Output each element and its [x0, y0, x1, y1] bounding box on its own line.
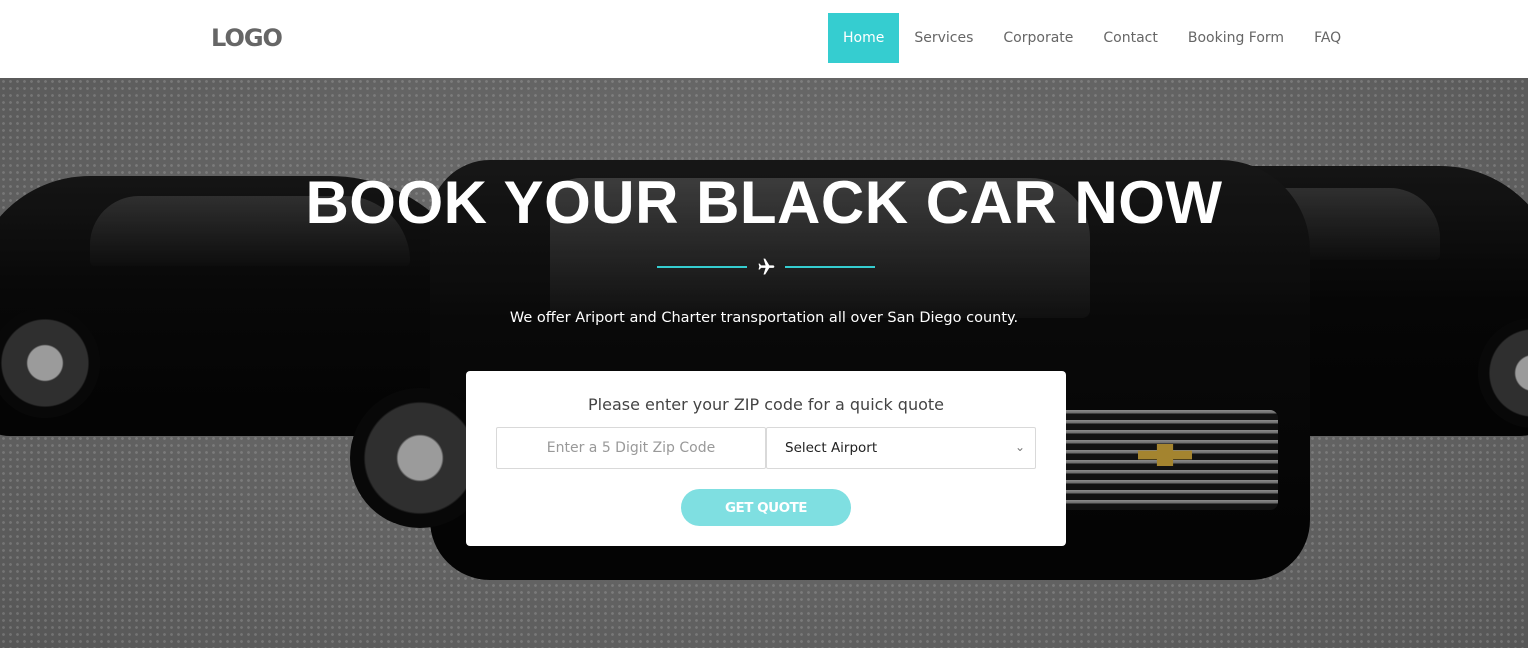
- hero-section: BOOK YOUR BLACK CAR NOW We offer Ariport…: [0, 78, 1528, 648]
- logo[interactable]: LOGO: [211, 24, 283, 52]
- title-divider: [657, 258, 875, 278]
- plane-icon: [758, 258, 775, 275]
- quote-card: Please enter your ZIP code for a quick q…: [466, 371, 1066, 546]
- nav-booking-form[interactable]: Booking Form: [1173, 13, 1299, 63]
- hero-title: BOOK YOUR BLACK CAR NOW: [305, 169, 1223, 236]
- nav-faq[interactable]: FAQ: [1299, 13, 1356, 63]
- nav-home[interactable]: Home: [828, 13, 900, 63]
- nav-contact[interactable]: Contact: [1088, 13, 1172, 63]
- airport-select-value: Select Airport: [785, 440, 878, 456]
- nav-corporate[interactable]: Corporate: [988, 13, 1088, 63]
- nav-services[interactable]: Services: [899, 13, 988, 63]
- chevron-down-icon: ⌄: [1014, 440, 1025, 454]
- main-nav: Home Services Corporate Contact Booking …: [828, 13, 1356, 63]
- site-header: LOGO Home Services Corporate Contact Boo…: [0, 0, 1528, 78]
- zip-code-input[interactable]: [496, 427, 766, 469]
- get-quote-button[interactable]: GET QUOTE: [681, 489, 851, 526]
- quote-card-title: Please enter your ZIP code for a quick q…: [588, 395, 944, 414]
- hero-subtitle: We offer Ariport and Charter transportat…: [509, 310, 1019, 326]
- airport-select[interactable]: Select Airport ⌄: [766, 427, 1036, 469]
